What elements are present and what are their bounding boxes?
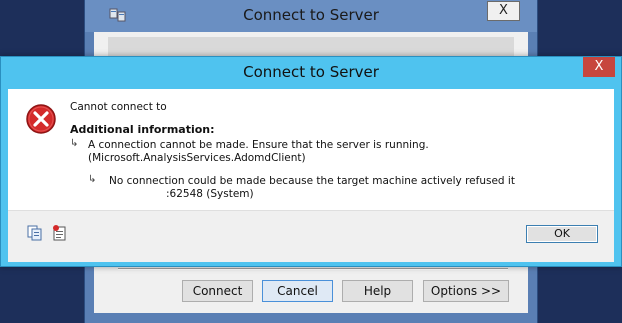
ok-button[interactable]: OK [526, 225, 598, 243]
background-close-button[interactable]: X [487, 1, 520, 21]
error-dialog: Connect to Server X Cannot connect to Ad… [0, 56, 622, 267]
detail-2-line-1: No connection could be made because the … [109, 175, 515, 187]
error-message: Cannot connect to [70, 101, 167, 113]
error-footer: OK [8, 210, 614, 262]
options-button[interactable]: Options >> [423, 280, 509, 302]
error-client-area: Cannot connect to Additional information… [8, 89, 614, 262]
additional-information-heading: Additional information: [70, 123, 215, 136]
copy-icon[interactable] [27, 225, 43, 241]
background-title-bar: Connect to Server X [85, 0, 537, 32]
error-close-button[interactable]: X [583, 57, 615, 77]
details-icon[interactable] [52, 225, 68, 241]
error-dialog-title: Connect to Server [243, 63, 379, 81]
error-circle-x-icon [25, 103, 57, 135]
background-window-title: Connect to Server [243, 6, 379, 24]
cancel-button[interactable]: Cancel [262, 280, 333, 302]
help-button[interactable]: Help [342, 280, 413, 302]
separator [118, 268, 508, 270]
detail-arrow-icon: ↳ [88, 174, 97, 185]
detail-1-line-1: A connection cannot be made. Ensure that… [88, 139, 429, 151]
detail-2-line-2: :62548 (System) [166, 188, 254, 200]
detail-1-line-2: (Microsoft.AnalysisServices.AdomdClient) [88, 152, 306, 164]
connect-button[interactable]: Connect [182, 280, 253, 302]
detail-arrow-icon: ↳ [70, 138, 79, 149]
